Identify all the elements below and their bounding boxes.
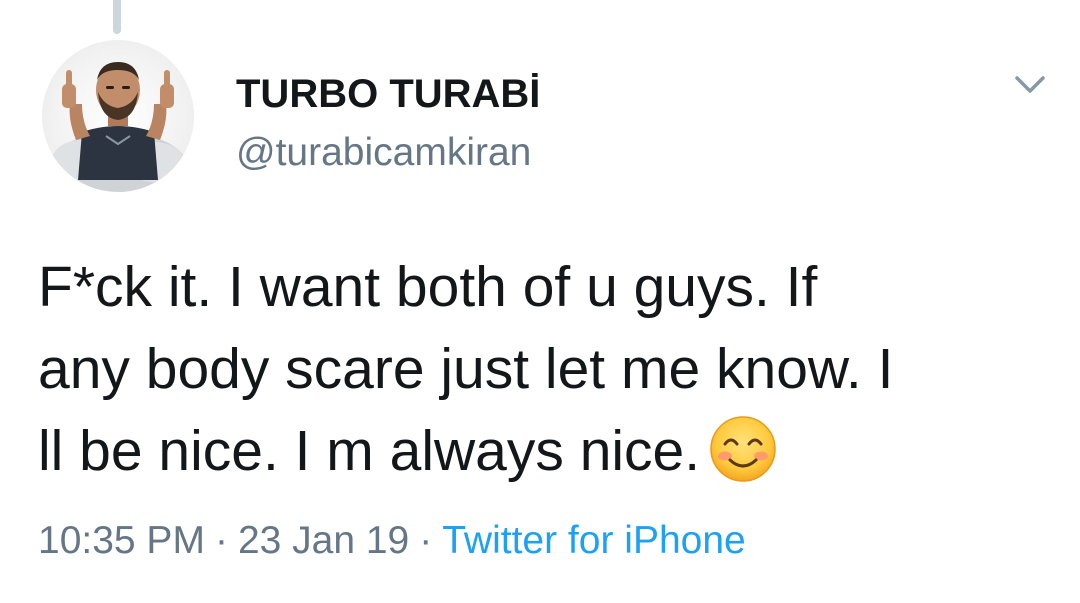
tweet-text-line: ll be nice. I m always nice. xyxy=(38,419,701,483)
tweet-text: F*ck it. I want both of u guys. If any b… xyxy=(38,246,1048,492)
tweet-time: 10:35 PM xyxy=(38,519,205,562)
separator-dot: · xyxy=(214,519,228,562)
tweet-source-link[interactable]: Twitter for iPhone xyxy=(442,519,745,562)
tweet-metadata: 10:35 PM · 23 Jan 19 · Twitter for iPhone xyxy=(38,516,746,566)
tweet-text-line: any body scare just let me know. I xyxy=(38,337,894,401)
author-display-name[interactable]: TURBO TURABİ xyxy=(236,70,540,118)
tweet-text-line-last: ll be nice. I m always nice. xyxy=(38,410,1048,492)
separator-dot: · xyxy=(419,519,433,562)
smiling-face-icon xyxy=(708,414,778,484)
chevron-down-icon[interactable] xyxy=(1010,68,1050,102)
tweet-date: 23 Jan 19 xyxy=(237,519,410,562)
author-handle[interactable]: @turabicamkiran xyxy=(236,130,531,176)
thread-connector-line xyxy=(113,0,121,34)
avatar[interactable] xyxy=(42,40,194,192)
tweet-text-line: F*ck it. I want both of u guys. If xyxy=(38,255,818,319)
avatar-photo xyxy=(48,62,188,192)
